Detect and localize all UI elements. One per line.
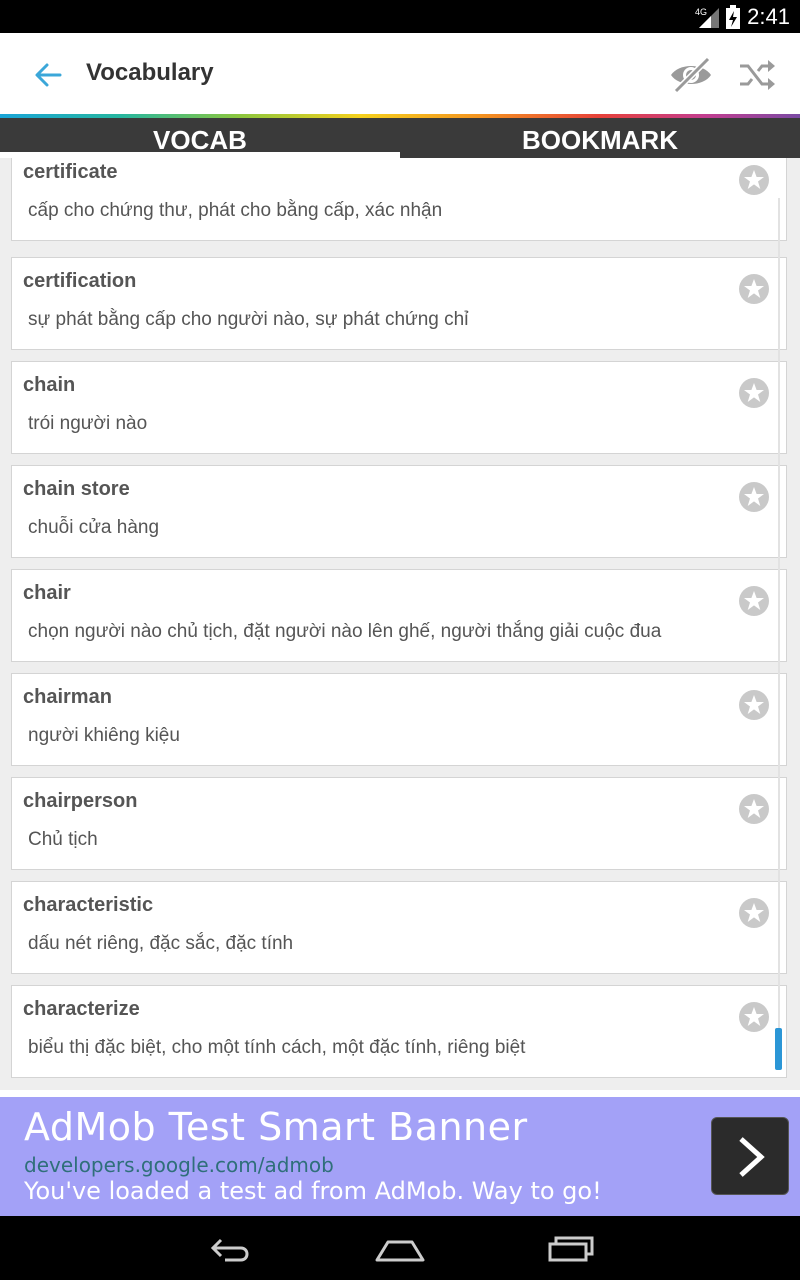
meaning-text: dấu nét riêng, đặc sắc, đặc tính [28, 933, 294, 954]
tab-bar: VOCAB BOOKMARK [0, 118, 800, 158]
list-item[interactable]: chain store chuỗi cửa hàng [11, 465, 787, 558]
ad-banner[interactable]: AdMob Test Smart Banner developers.googl… [0, 1097, 800, 1216]
page-title: Vocabulary [86, 59, 214, 86]
action-bar: Vocabulary [0, 33, 800, 115]
word-text: chain store [23, 478, 130, 500]
word-text: chairman [23, 686, 112, 708]
meaning-text: chuỗi cửa hàng [28, 517, 160, 538]
word-text: chairperson [23, 790, 138, 812]
nav-back-icon[interactable] [205, 1230, 255, 1266]
clock: 2:41 [747, 3, 790, 29]
word-text: characteristic [23, 894, 154, 916]
bookmark-star-icon[interactable] [738, 793, 770, 825]
ad-description: You've loaded a test ad from AdMob. Way … [24, 1177, 602, 1205]
meaning-text: người khiêng kiệu [28, 725, 180, 746]
tab-bookmark[interactable]: BOOKMARK [400, 118, 800, 158]
word-text: certification [23, 270, 137, 292]
bookmark-star-icon[interactable] [738, 897, 770, 929]
eye-off-icon [671, 56, 711, 94]
word-text: certificate [23, 161, 118, 183]
list-item[interactable]: chain trói người nào [11, 361, 787, 454]
chevron-right-icon [739, 1137, 765, 1177]
meaning-text: cấp cho chứng thư, phát cho bằng cấp, xá… [28, 200, 443, 221]
tab-vocab[interactable]: VOCAB [0, 118, 400, 158]
ad-open-button[interactable] [711, 1117, 789, 1195]
ad-url[interactable]: developers.google.com/admob [24, 1153, 334, 1177]
list-item[interactable]: chairman người khiêng kiệu [11, 673, 787, 766]
shuffle-button[interactable] [737, 57, 777, 93]
signal-icon: 4G [695, 7, 720, 28]
bookmark-star-icon[interactable] [738, 273, 770, 305]
bookmark-star-icon[interactable] [738, 164, 770, 196]
meaning-text: Chủ tịch [28, 829, 98, 850]
word-text: chair [23, 582, 71, 604]
bookmark-star-icon[interactable] [738, 1001, 770, 1033]
status-bar: 4G 2:41 [0, 0, 800, 33]
navigation-bar [0, 1216, 800, 1280]
toggle-meaning-button[interactable] [668, 55, 714, 95]
nav-home-icon[interactable] [374, 1230, 426, 1266]
list-item[interactable]: certification sự phát bằng cấp cho người… [11, 257, 787, 350]
list-item[interactable]: characteristic dấu nét riêng, đặc sắc, đ… [11, 881, 787, 974]
battery-icon [726, 4, 741, 29]
list-item[interactable]: certificate cấp cho chứng thư, phát cho … [11, 158, 787, 241]
list-item[interactable]: characterize biểu thị đặc biệt, cho một … [11, 985, 787, 1078]
bookmark-star-icon[interactable] [738, 585, 770, 617]
status-icons: 4G 2:41 [695, 0, 790, 33]
meaning-text: chọn người nào chủ tịch, đặt người nào l… [28, 621, 662, 642]
meaning-text: biểu thị đặc biệt, cho một tính cách, mộ… [28, 1037, 526, 1058]
list-item[interactable]: chairperson Chủ tịch [11, 777, 787, 870]
bookmark-star-icon[interactable] [738, 689, 770, 721]
scroll-track [778, 198, 780, 1068]
list-item[interactable]: chair chọn người nào chủ tịch, đặt người… [11, 569, 787, 662]
shuffle-icon [740, 60, 775, 90]
word-text: chain [23, 374, 76, 396]
back-button[interactable] [30, 57, 66, 93]
network-type: 4G [695, 7, 707, 17]
meaning-text: sự phát bằng cấp cho người nào, sự phát … [28, 309, 469, 330]
bookmark-star-icon[interactable] [738, 481, 770, 513]
vocabulary-list[interactable]: certificate cấp cho chứng thư, phát cho … [0, 158, 800, 1090]
scrollbar-thumb[interactable] [775, 1028, 782, 1070]
arrow-left-icon [35, 63, 62, 87]
nav-recents-icon[interactable] [546, 1230, 596, 1266]
ad-title: AdMob Test Smart Banner [24, 1105, 528, 1149]
word-text: characterize [23, 998, 140, 1020]
bookmark-star-icon[interactable] [738, 377, 770, 409]
meaning-text: trói người nào [28, 413, 148, 434]
